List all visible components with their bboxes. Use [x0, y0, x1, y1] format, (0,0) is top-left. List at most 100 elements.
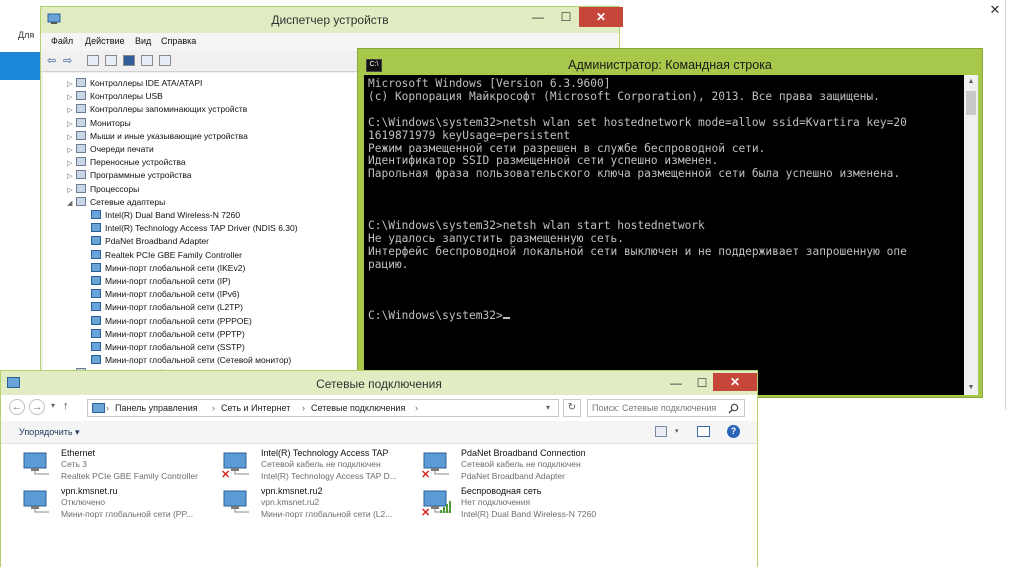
address-bar[interactable]: › Панель управления › Сеть и Интернет › … [87, 399, 559, 417]
tree-label: Мониторы [90, 117, 131, 128]
tree-label: Мини-порт глобальной сети (Сетевой монит… [105, 355, 292, 366]
expanded-arrow-icon[interactable]: ◢ [67, 197, 76, 210]
breadcrumb-item[interactable]: Сетевые подключения [311, 403, 405, 413]
console-line: рацию. [368, 257, 409, 271]
device-icon[interactable] [141, 55, 153, 66]
collapsed-arrow-icon[interactable]: ▷ [67, 144, 76, 157]
menu-view[interactable]: Вид [135, 36, 151, 46]
connection-name: vpn.kmsnet.ru2 [261, 486, 323, 496]
connection-item[interactable]: ✕ Беспроводная сеть Нет подключения Intel(R… [421, 486, 621, 526]
console-output[interactable]: Microsoft Windows [Version 6.3.9600] (c) … [364, 75, 964, 395]
menu-file[interactable]: Файл [51, 36, 73, 46]
connection-adapter: Мини-порт глобальной сети (L2... [261, 508, 393, 519]
search-input[interactable]: Поиск: Сетевые подключения [587, 399, 745, 417]
scan-icon[interactable] [159, 55, 171, 66]
tree-category[interactable]: ▷ Контроллеры USB [67, 90, 163, 103]
forward-button[interactable]: → [29, 399, 45, 415]
tree-device[interactable]: PdaNet Broadband Adapter [91, 235, 209, 248]
collapsed-arrow-icon[interactable]: ▷ [67, 184, 76, 197]
organize-button[interactable]: Упорядочить ▾ [19, 427, 80, 438]
device-manager-titlebar[interactable]: Диспетчер устройств — ☐ ✕ [41, 7, 623, 33]
search-icon[interactable] [728, 403, 739, 414]
collapsed-arrow-icon[interactable]: ▷ [67, 104, 76, 117]
network-adapter-icon [91, 276, 101, 285]
tree-device[interactable]: Мини-порт глобальной сети (L2TP) [91, 301, 243, 314]
tree-category[interactable]: ▷ Контроллеры IDE ATA/ATAPI [67, 77, 202, 90]
device-tree: ▷ Контроллеры IDE ATA/ATAPI ▷ Контроллеры U… [43, 73, 363, 378]
tree-category[interactable]: ▷ Контроллеры запоминающих устройств [67, 103, 247, 116]
collapsed-arrow-icon[interactable]: ▷ [67, 170, 76, 183]
console-line: Microsoft Windows [Version 6.3.9600] [368, 77, 611, 90]
close-button[interactable]: ✕ [713, 373, 757, 391]
tree-device[interactable]: Realtek PCIe GBE Family Controller [91, 249, 242, 262]
tree-device[interactable]: Intel(R) Technology Access TAP Driver (N… [91, 222, 298, 235]
tree-label: Сетевые адаптеры [90, 196, 166, 207]
view-options-icon[interactable] [655, 426, 667, 437]
minimize-button[interactable]: — [525, 7, 551, 27]
menu-action[interactable]: Действие [85, 36, 125, 46]
help-icon[interactable] [123, 55, 135, 66]
tree-device[interactable]: Мини-порт глобальной сети (IP) [91, 275, 231, 288]
minimize-button[interactable]: — [663, 373, 689, 393]
tree-category[interactable]: ◢ Сетевые адаптеры [67, 196, 165, 209]
connection-status: Сетевой кабель не подключен [261, 459, 381, 469]
network-connections-titlebar[interactable]: Сетевые подключения — ☐ ✕ [1, 371, 757, 395]
network-adapter-icon [91, 210, 101, 219]
tree-device[interactable]: Мини-порт глобальной сети (PPTP) [91, 328, 245, 341]
collapsed-arrow-icon[interactable]: ▷ [67, 118, 76, 131]
back-button[interactable]: ← [9, 399, 25, 415]
back-arrow-icon[interactable]: ⇦ [47, 54, 56, 67]
address-dropdown-icon[interactable]: ▾ [546, 403, 550, 412]
tree-device[interactable]: Intel(R) Dual Band Wireless-N 7260 [91, 209, 240, 222]
tree-category[interactable]: ▷ Программные устройства [67, 169, 192, 182]
properties-icon[interactable] [87, 55, 99, 66]
menu-help[interactable]: Справка [161, 36, 196, 46]
maximize-button[interactable]: ☐ [689, 373, 715, 393]
recent-locations-chevron-icon[interactable]: ▾ [51, 401, 55, 410]
maximize-button[interactable]: ☐ [553, 7, 579, 27]
up-button[interactable]: ↑ [63, 400, 69, 412]
collapsed-arrow-icon[interactable]: ▷ [67, 157, 76, 170]
collapsed-arrow-icon[interactable]: ▷ [67, 78, 76, 91]
connection-text: vpn.kmsnet.ru2 vpn.kmsnet.ru2 Мини-порт гл… [261, 486, 421, 520]
background-close-icon[interactable]: ✕ [985, 0, 1005, 20]
background-blue-panel [0, 52, 42, 80]
console-line: Интерфейс беспроводной локальной сети вы… [368, 244, 907, 258]
tree-category[interactable]: ▷ Процессоры [67, 183, 139, 196]
scroll-down-icon[interactable]: ▼ [964, 381, 978, 395]
tree-device[interactable]: Мини-порт глобальной сети (Сетевой монит… [91, 354, 291, 367]
tree-category[interactable]: ▷ Мониторы [67, 117, 131, 130]
help-icon[interactable]: ? [727, 425, 740, 438]
scroll-up-icon[interactable]: ▲ [964, 75, 978, 89]
tree-category[interactable]: ▷ Переносные устройства [67, 156, 186, 169]
sheet-icon[interactable] [105, 55, 117, 66]
tree-category[interactable]: ▷ Мыши и иные указывающие устройства [67, 130, 248, 143]
preview-pane-icon[interactable] [697, 426, 710, 437]
network-adapter-icon [91, 328, 101, 338]
tree-device[interactable]: Мини-порт глобальной сети (SSTP) [91, 341, 245, 354]
tree-label: Контроллеры запоминающих устройств [90, 104, 248, 115]
collapsed-arrow-icon[interactable]: ▷ [67, 131, 76, 144]
connection-item[interactable]: ✕ PdaNet Broadband Connection Сетевой кабе… [421, 448, 621, 488]
breadcrumb-item[interactable]: Сеть и Интернет [221, 403, 290, 413]
view-dropdown-icon[interactable]: ▾ [675, 427, 679, 435]
tree-category[interactable]: ▷ Очереди печати [67, 143, 154, 156]
connection-item[interactable]: Ethernet Сеть 3 Realtek PCIe GBE Family Co… [21, 448, 221, 488]
tree-device[interactable]: Мини-порт глобальной сети (IPv6) [91, 288, 240, 301]
close-button[interactable]: ✕ [579, 7, 623, 27]
connection-status: Сетевой кабель не подключен [461, 459, 581, 469]
device-category-icon [76, 170, 86, 180]
tree-device[interactable]: Мини-порт глобальной сети (IKEv2) [91, 262, 245, 275]
scrollbar-thumb[interactable] [966, 91, 976, 115]
console-scrollbar[interactable]: ▲ ▼ [964, 75, 978, 395]
connection-item[interactable]: vpn.kmsnet.ru2 vpn.kmsnet.ru2 Мини-порт гл… [221, 486, 421, 526]
navigation-bar: ← → ▾ ↑ › Панель управления › Сеть и Инт… [1, 395, 757, 421]
breadcrumb-item[interactable]: Панель управления [115, 403, 198, 413]
refresh-icon[interactable]: ↻ [563, 399, 581, 417]
forward-arrow-icon[interactable]: ⇨ [63, 54, 72, 67]
connection-item[interactable]: vpn.kmsnet.ru Отключено Мини-порт глобальн… [21, 486, 221, 526]
collapsed-arrow-icon[interactable]: ▷ [67, 91, 76, 104]
tree-device[interactable]: Мини-порт глобальной сети (PPPOE) [91, 315, 252, 328]
console-line: C:\Windows\system32> [368, 309, 510, 322]
connection-item[interactable]: ✕ Intel(R) Technology Access TAP Сетевой к… [221, 448, 421, 488]
